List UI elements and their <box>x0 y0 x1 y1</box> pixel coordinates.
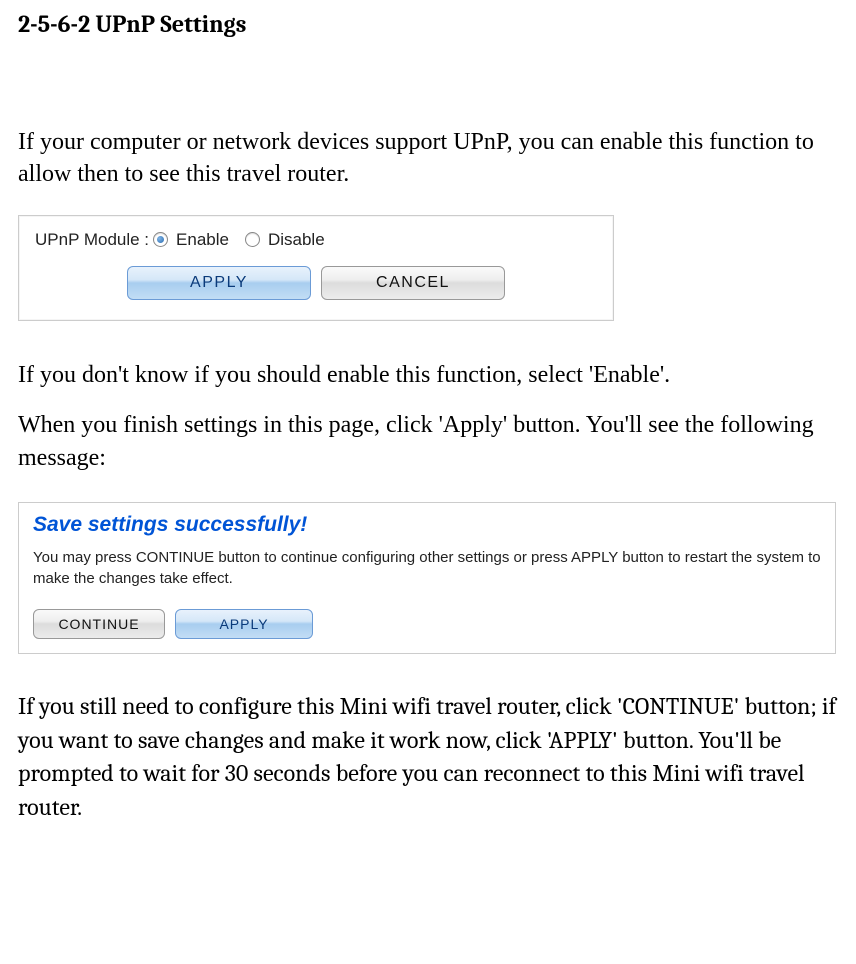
panel2-button-row: CONTINUE APPLY <box>33 609 821 639</box>
apply-button[interactable]: APPLY <box>127 266 311 300</box>
paragraph-2: If you don't know if you should enable t… <box>18 359 838 391</box>
save-success-panel: Save settings successfully! You may pres… <box>18 502 836 654</box>
cancel-button[interactable]: CANCEL <box>321 266 505 300</box>
save-success-text: You may press CONTINUE button to continu… <box>33 547 821 589</box>
section-heading: 2-5-6-2 UPnP Settings <box>18 10 838 38</box>
paragraph-4: If you still need to configure this Mini… <box>18 690 838 824</box>
radio-enable[interactable] <box>153 232 168 247</box>
paragraph-1: If your computer or network devices supp… <box>18 126 838 191</box>
panel1-button-row: APPLY CANCEL <box>19 266 613 300</box>
continue-button[interactable]: CONTINUE <box>33 609 165 639</box>
upnp-settings-panel: UPnP Module : Enable Disable APPLY CANCE… <box>18 215 614 321</box>
apply-button-2[interactable]: APPLY <box>175 609 313 639</box>
upnp-module-row: UPnP Module : Enable Disable <box>19 216 613 266</box>
radio-disable[interactable] <box>245 232 260 247</box>
upnp-module-label: UPnP Module : <box>35 230 149 250</box>
radio-enable-label[interactable]: Enable <box>176 230 229 250</box>
upnp-radio-group: Enable Disable <box>153 230 335 250</box>
radio-disable-label[interactable]: Disable <box>268 230 325 250</box>
save-success-title: Save settings successfully! <box>33 513 821 537</box>
paragraph-3: When you finish settings in this page, c… <box>18 409 838 474</box>
